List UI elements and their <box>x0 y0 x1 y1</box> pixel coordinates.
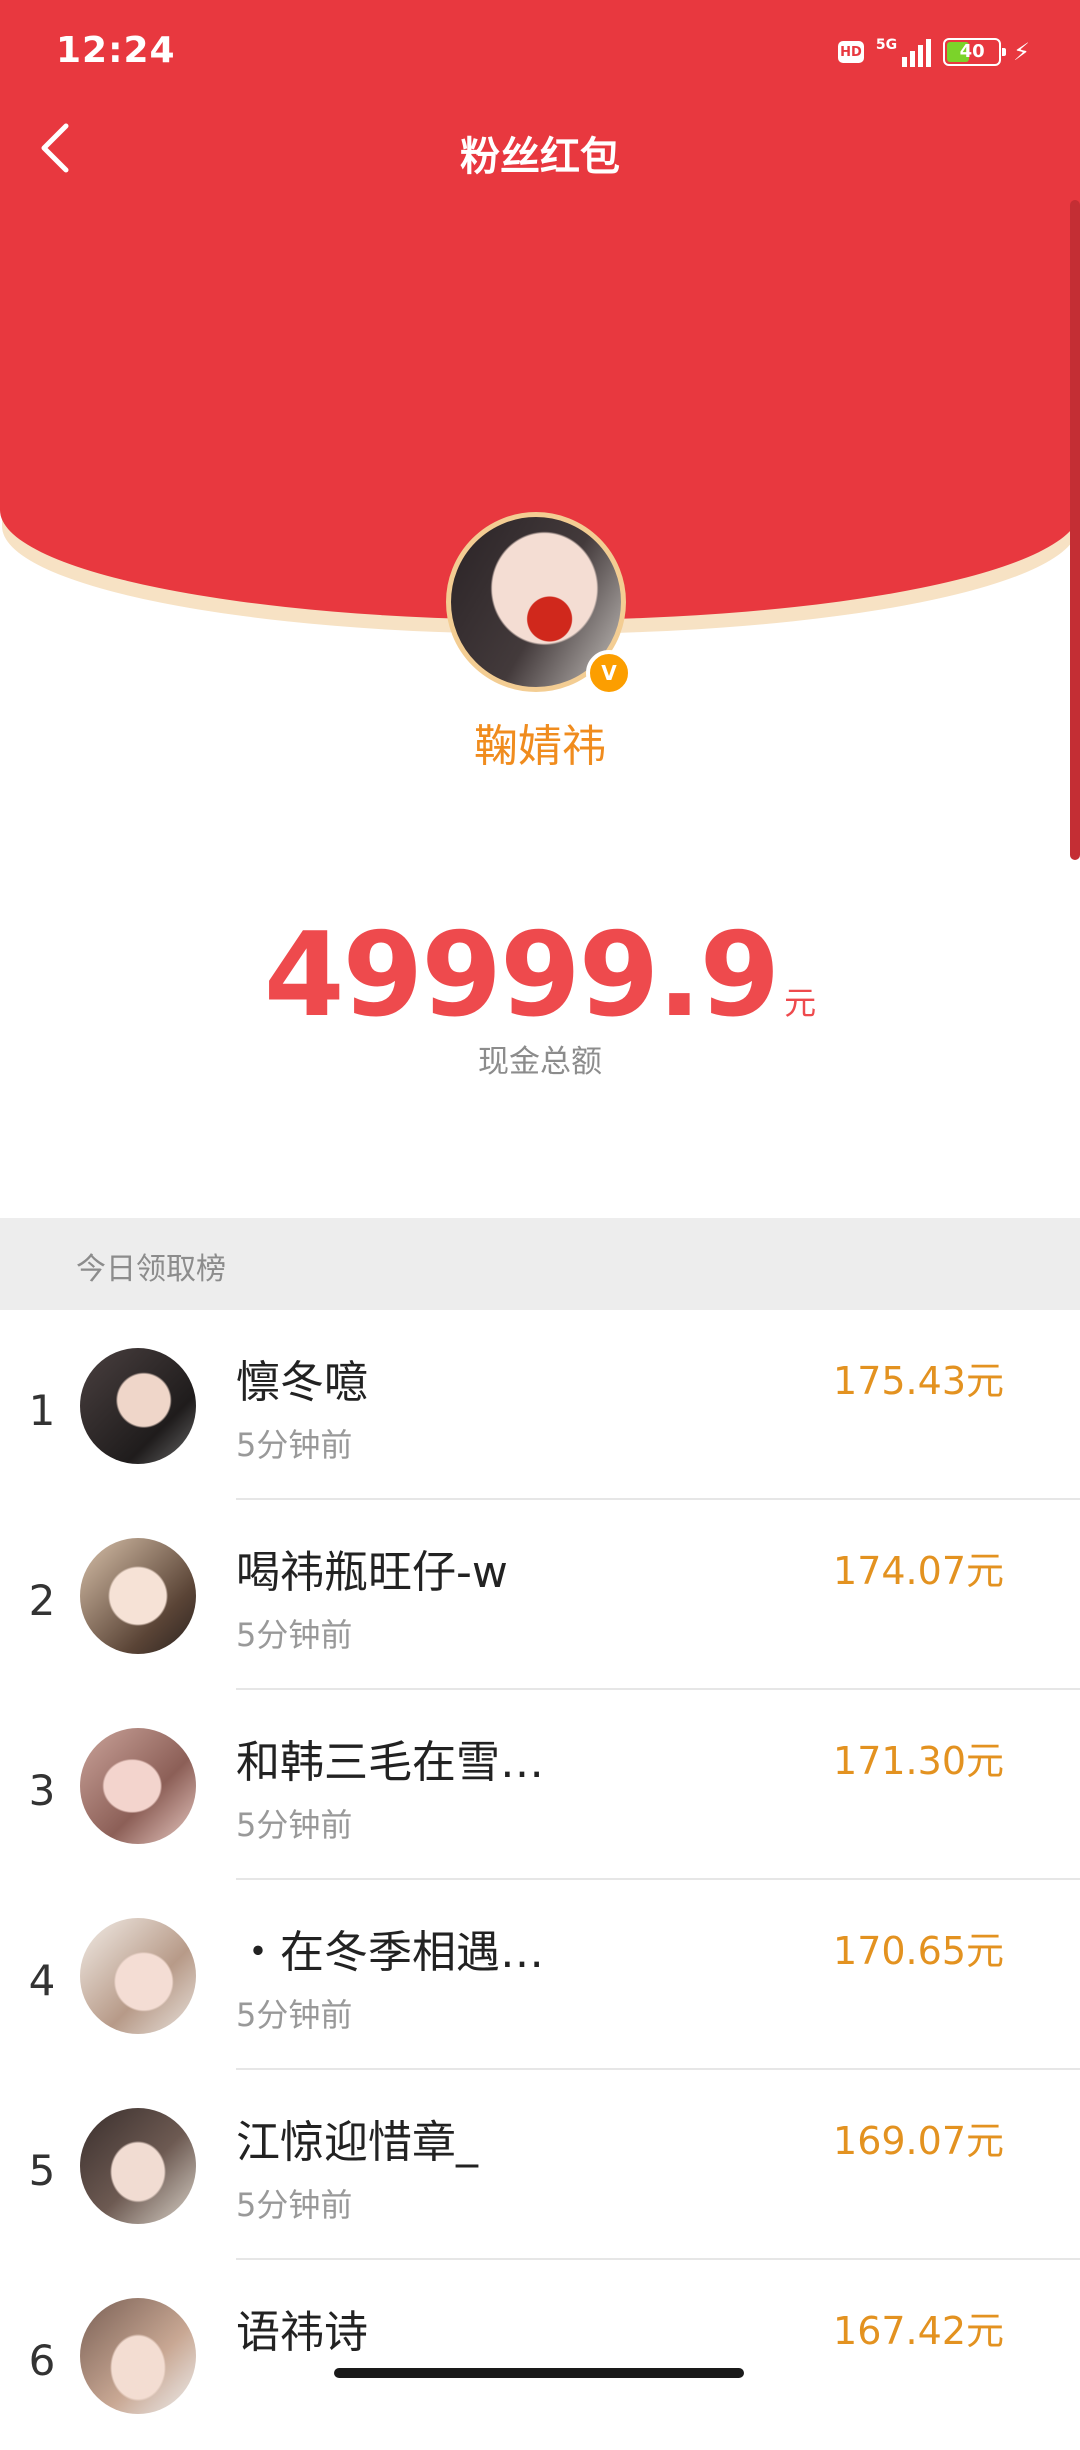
claim-time: 5分钟前 <box>236 2186 353 2224</box>
user-name: 懔冬噫 <box>236 1357 368 1408</box>
total-amount-label: 现金总额 <box>478 1044 602 1080</box>
ranking-row[interactable]: 2 喝祎瓶旺仔-w 5分钟前 174.07元 <box>0 1500 1080 1690</box>
user-avatar[interactable] <box>80 2108 196 2224</box>
user-name: ・在冬季相遇… <box>236 1927 544 1978</box>
status-time: 12:24 <box>56 30 176 71</box>
user-name: 和韩三毛在雪… <box>236 1737 544 1788</box>
ranking-title: 今日领取榜 <box>76 1252 226 1287</box>
network-label: 5G <box>875 37 898 53</box>
battery-icon: 40 <box>943 38 1007 66</box>
claim-time: 5分钟前 <box>236 1996 353 2034</box>
total-amount-value: 49999.9 <box>263 908 780 1043</box>
claim-time: 5分钟前 <box>236 1616 353 1654</box>
home-indicator[interactable] <box>334 2368 744 2378</box>
streamer-name[interactable]: 鞠婧祎 <box>0 710 1080 774</box>
user-avatar[interactable] <box>80 1538 196 1654</box>
ranking-row[interactable]: 1 懔冬噫 5分钟前 175.43元 <box>0 1310 1080 1500</box>
user-name: 喝祎瓶旺仔-w <box>236 1547 508 1598</box>
claim-time: 5分钟前 <box>236 1426 353 1464</box>
hd-icon: HD <box>837 41 864 63</box>
ranking-row[interactable]: 6 语祎诗 167.42元 <box>0 2260 1080 2450</box>
user-avatar[interactable] <box>80 1348 196 1464</box>
claim-amount: 169.07元 <box>833 2119 1004 2163</box>
rank-number: 2 <box>28 1576 56 1625</box>
ranking-row[interactable]: 5 江惊迎惜章_ 5分钟前 169.07元 <box>0 2070 1080 2260</box>
rank-number: 1 <box>28 1386 56 1435</box>
verified-badge-icon: V <box>586 650 632 696</box>
status-icons: HD 5G 40 ⚡ <box>837 34 1030 70</box>
user-avatar[interactable] <box>80 1728 196 1844</box>
signal-icon: 5G <box>875 37 932 67</box>
rank-number: 5 <box>28 2146 56 2195</box>
claim-amount: 171.30元 <box>833 1739 1004 1783</box>
charging-bolt-icon: ⚡ <box>1013 38 1030 66</box>
user-name: 江惊迎惜章_ <box>236 2117 478 2168</box>
user-name: 语祎诗 <box>236 2307 368 2358</box>
user-avatar[interactable] <box>80 1918 196 2034</box>
total-amount: 49999.9 元 <box>0 918 1080 1034</box>
total-amount-unit: 元 <box>784 984 817 1022</box>
ranking-row[interactable]: 4 ・在冬季相遇… 5分钟前 170.65元 <box>0 1880 1080 2070</box>
page-title: 粉丝红包 <box>460 134 620 180</box>
battery-level: 40 <box>959 41 985 62</box>
ranking-row[interactable]: 3 和韩三毛在雪… 5分钟前 171.30元 <box>0 1690 1080 1880</box>
claim-amount: 174.07元 <box>833 1549 1004 1593</box>
rank-number: 4 <box>28 1956 56 2005</box>
ranking-list: 1 懔冬噫 5分钟前 175.43元 2 喝祎瓶旺仔-w 5分钟前 174.07… <box>0 1310 1080 2450</box>
rank-number: 3 <box>28 1766 56 1815</box>
rank-number: 6 <box>28 2336 56 2385</box>
user-avatar[interactable] <box>80 2298 196 2414</box>
claim-amount: 167.42元 <box>833 2309 1004 2353</box>
claim-amount: 170.65元 <box>833 1929 1004 1973</box>
status-bar: 12:24 HD 5G 40 ⚡ <box>0 0 1080 100</box>
claim-amount: 175.43元 <box>833 1359 1004 1403</box>
claim-time: 5分钟前 <box>236 1806 353 1844</box>
ranking-header: 今日领取榜 <box>0 1218 1080 1310</box>
